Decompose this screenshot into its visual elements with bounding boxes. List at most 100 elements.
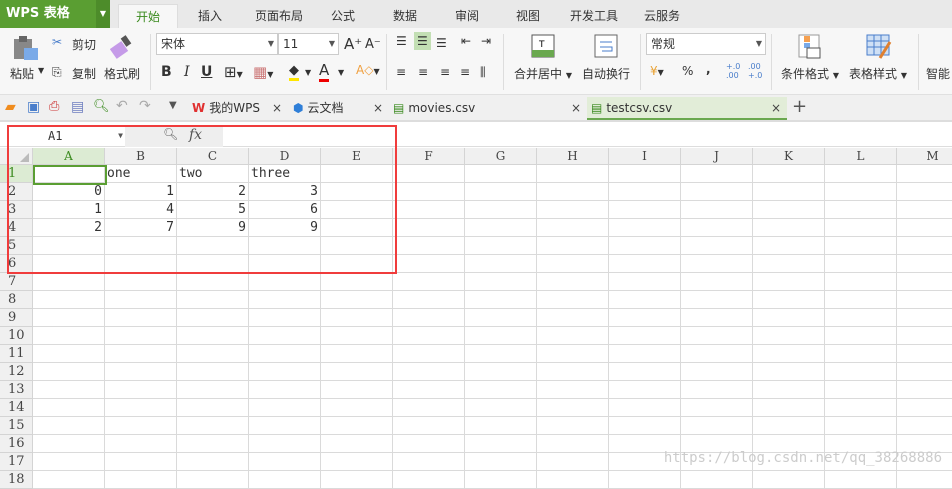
- cell-A11[interactable]: [33, 345, 105, 363]
- cell-M10[interactable]: [897, 327, 952, 345]
- cell-F11[interactable]: [393, 345, 465, 363]
- column-header[interactable]: L: [825, 148, 897, 165]
- cell-I11[interactable]: [609, 345, 681, 363]
- cell-E11[interactable]: [321, 345, 393, 363]
- cell-B9[interactable]: [105, 309, 177, 327]
- cell-B12[interactable]: [105, 363, 177, 381]
- close-tab-icon[interactable]: ×: [771, 97, 781, 120]
- cell-D8[interactable]: [249, 291, 321, 309]
- conditional-format-icon[interactable]: [798, 34, 822, 60]
- cell-E12[interactable]: [321, 363, 393, 381]
- cell-H1[interactable]: [537, 165, 609, 183]
- cell-L7[interactable]: [825, 273, 897, 291]
- cell-D16[interactable]: [249, 435, 321, 453]
- cell-E18[interactable]: [321, 471, 393, 489]
- cell-E9[interactable]: [321, 309, 393, 327]
- close-tab-icon[interactable]: ×: [571, 97, 581, 120]
- cell-G8[interactable]: [465, 291, 537, 309]
- menu-tab[interactable]: 公式: [322, 4, 364, 28]
- cell-F4[interactable]: [393, 219, 465, 237]
- cell-I9[interactable]: [609, 309, 681, 327]
- cell-L3[interactable]: [825, 201, 897, 219]
- cell-J6[interactable]: [681, 255, 753, 273]
- cell-D7[interactable]: [249, 273, 321, 291]
- cell-A10[interactable]: [33, 327, 105, 345]
- cell-I5[interactable]: [609, 237, 681, 255]
- cell-M4[interactable]: [897, 219, 952, 237]
- cell-B11[interactable]: [105, 345, 177, 363]
- cell-G15[interactable]: [465, 417, 537, 435]
- cell-J2[interactable]: [681, 183, 753, 201]
- row-header[interactable]: 8: [0, 291, 33, 309]
- number-format-select[interactable]: 常规 ▼: [646, 33, 766, 55]
- column-header[interactable]: F: [393, 148, 465, 165]
- justify-icon[interactable]: ≡: [460, 65, 470, 79]
- cell-F17[interactable]: [393, 453, 465, 471]
- cell-E17[interactable]: [321, 453, 393, 471]
- row-header[interactable]: 11: [0, 345, 33, 363]
- cell-B10[interactable]: [105, 327, 177, 345]
- print-preview-icon[interactable]: 🔍︎: [93, 99, 110, 114]
- cell-H15[interactable]: [537, 417, 609, 435]
- cell-M9[interactable]: [897, 309, 952, 327]
- close-tab-icon[interactable]: ×: [373, 97, 383, 120]
- merge-center-icon[interactable]: T: [531, 34, 555, 58]
- cell-L6[interactable]: [825, 255, 897, 273]
- cell-E15[interactable]: [321, 417, 393, 435]
- cell-A9[interactable]: [33, 309, 105, 327]
- menu-tab[interactable]: 开始: [118, 4, 178, 28]
- menu-tab[interactable]: 数据: [376, 4, 434, 28]
- cell-F7[interactable]: [393, 273, 465, 291]
- column-header[interactable]: J: [681, 148, 753, 165]
- cell-E7[interactable]: [321, 273, 393, 291]
- cell-E14[interactable]: [321, 399, 393, 417]
- cell-C12[interactable]: [177, 363, 249, 381]
- cell-K1[interactable]: [753, 165, 825, 183]
- fill-color-icon[interactable]: ◆: [289, 63, 299, 81]
- cell-C13[interactable]: [177, 381, 249, 399]
- cell-J13[interactable]: [681, 381, 753, 399]
- redo-icon[interactable]: ↷: [139, 98, 151, 114]
- cell-E16[interactable]: [321, 435, 393, 453]
- cell-G2[interactable]: [465, 183, 537, 201]
- cell-I7[interactable]: [609, 273, 681, 291]
- cell-J15[interactable]: [681, 417, 753, 435]
- align-right-icon[interactable]: ≡: [440, 65, 450, 79]
- currency-icon[interactable]: ¥▼: [650, 64, 664, 78]
- cell-H3[interactable]: [537, 201, 609, 219]
- cell-M11[interactable]: [897, 345, 952, 363]
- cell-C18[interactable]: [177, 471, 249, 489]
- cell-H17[interactable]: [537, 453, 609, 471]
- row-header[interactable]: 18: [0, 471, 33, 489]
- border-icon[interactable]: ⊞▼: [224, 63, 243, 81]
- more-dropdown-icon[interactable]: ▼: [169, 100, 177, 111]
- cell-D18[interactable]: [249, 471, 321, 489]
- cell-K7[interactable]: [753, 273, 825, 291]
- cell-G4[interactable]: [465, 219, 537, 237]
- cell-J7[interactable]: [681, 273, 753, 291]
- cell-J8[interactable]: [681, 291, 753, 309]
- cell-H7[interactable]: [537, 273, 609, 291]
- cell-D13[interactable]: [249, 381, 321, 399]
- cell-J14[interactable]: [681, 399, 753, 417]
- cell-J4[interactable]: [681, 219, 753, 237]
- cell-K3[interactable]: [753, 201, 825, 219]
- cell-M6[interactable]: [897, 255, 952, 273]
- export-pdf-icon[interactable]: ⎙: [49, 99, 59, 114]
- align-bottom-icon[interactable]: ☰: [436, 36, 447, 50]
- open-icon[interactable]: ▰: [5, 99, 16, 115]
- row-header[interactable]: 7: [0, 273, 33, 291]
- cell-H11[interactable]: [537, 345, 609, 363]
- cell-B14[interactable]: [105, 399, 177, 417]
- cell-K15[interactable]: [753, 417, 825, 435]
- cell-D17[interactable]: [249, 453, 321, 471]
- cell-B15[interactable]: [105, 417, 177, 435]
- print-icon[interactable]: ▤: [71, 99, 84, 115]
- column-header[interactable]: G: [465, 148, 537, 165]
- cell-C17[interactable]: [177, 453, 249, 471]
- cell-A8[interactable]: [33, 291, 105, 309]
- cell-E10[interactable]: [321, 327, 393, 345]
- cell-L5[interactable]: [825, 237, 897, 255]
- format-painter-icon[interactable]: [110, 34, 134, 60]
- cell-I6[interactable]: [609, 255, 681, 273]
